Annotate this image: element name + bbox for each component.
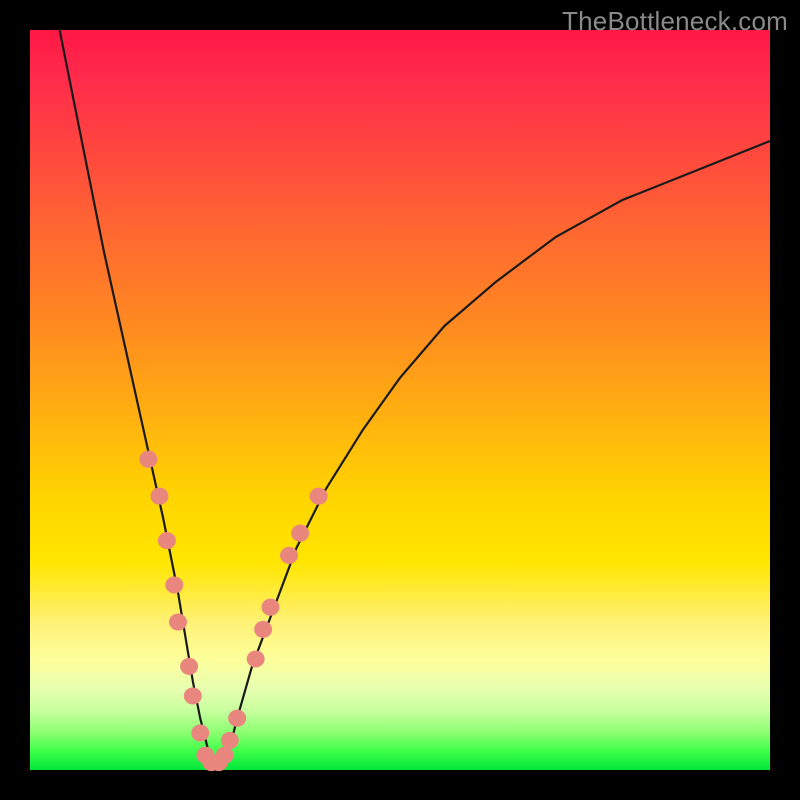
curve-marker	[169, 613, 187, 630]
curve-marker	[165, 576, 183, 593]
curve-marker	[280, 547, 298, 564]
curve-marker	[158, 532, 176, 549]
curve-marker	[228, 710, 246, 727]
curve-marker	[221, 732, 239, 749]
curve-marker	[139, 451, 157, 468]
bottleneck-curve	[60, 30, 770, 763]
watermark-text: TheBottleneck.com	[562, 6, 788, 37]
curve-marker	[151, 488, 169, 505]
curve-marker	[291, 525, 309, 542]
curve-markers	[139, 451, 327, 771]
curve-marker	[254, 621, 272, 638]
curve-marker	[180, 658, 198, 675]
curve-marker	[216, 747, 234, 764]
curve-marker	[191, 724, 209, 741]
curve-marker	[262, 599, 280, 616]
curve-marker	[184, 687, 202, 704]
curve-marker	[247, 650, 265, 667]
curve-marker	[310, 488, 328, 505]
curve-layer	[30, 30, 770, 770]
plot-area	[30, 30, 770, 770]
chart-frame: TheBottleneck.com	[0, 0, 800, 800]
